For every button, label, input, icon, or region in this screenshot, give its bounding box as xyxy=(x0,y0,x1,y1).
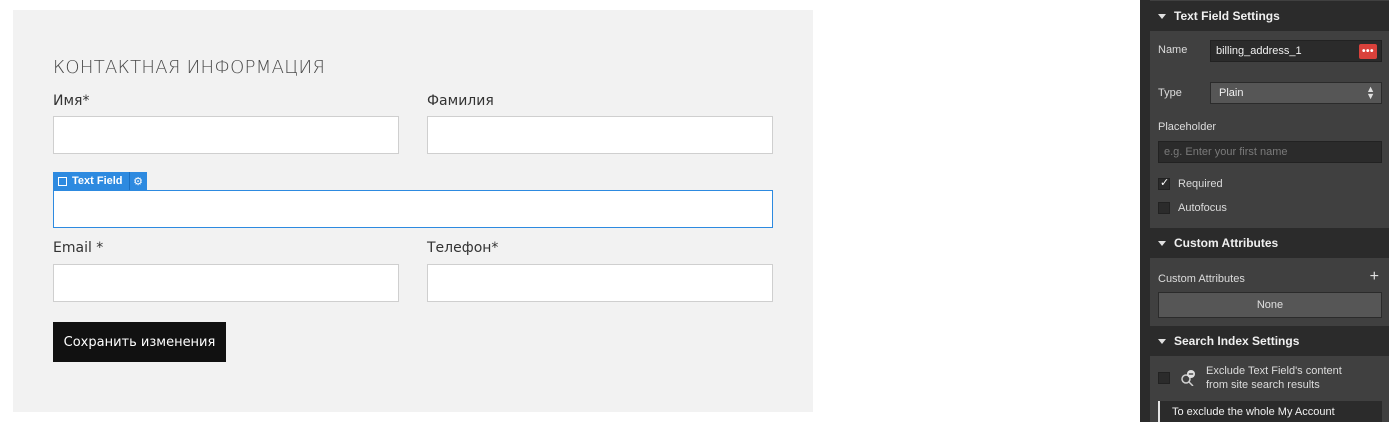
autofocus-label: Autofocus xyxy=(1178,202,1227,214)
exclude-label: Exclude Text Field's content from site s… xyxy=(1206,364,1342,392)
name-label: Name xyxy=(1158,44,1188,56)
required-checkbox[interactable]: ✓ xyxy=(1158,177,1170,190)
name-value: billing_address_1 xyxy=(1216,45,1302,57)
designer-canvas: КОНТАКТНАЯ ИНФОРМАЦИЯ Имя* Фамилия Text … xyxy=(0,0,1140,422)
required-label: Required xyxy=(1178,178,1223,190)
plus-icon[interactable]: + xyxy=(1370,268,1379,286)
settings-panel: Text Field Settings Name billing_address… xyxy=(1140,0,1389,422)
first-name-label: Имя* xyxy=(53,93,90,109)
custom-attributes-empty: None xyxy=(1158,292,1382,318)
exclude-checkbox[interactable] xyxy=(1158,372,1170,384)
custom-attributes-label: Custom Attributes xyxy=(1158,273,1245,285)
type-value: Plain xyxy=(1219,87,1244,99)
selected-element-tag-label[interactable]: Text Field xyxy=(53,172,129,190)
custom-attributes-header[interactable]: Custom Attributes xyxy=(1150,228,1389,258)
last-name-input[interactable] xyxy=(427,116,773,154)
name-input[interactable]: billing_address_1 ••• xyxy=(1210,40,1382,62)
email-label: Email * xyxy=(53,240,104,256)
exclude-label-line1: Exclude Text Field's content xyxy=(1206,365,1342,377)
section-title: Text Field Settings xyxy=(1174,9,1280,23)
check-icon: ✓ xyxy=(1160,177,1170,189)
panel-edge xyxy=(1140,0,1150,422)
autofocus-checkbox[interactable] xyxy=(1158,202,1170,214)
type-label: Type xyxy=(1158,87,1182,99)
exclude-label-line2: from site search results xyxy=(1206,379,1320,391)
more-dots-icon[interactable]: ••• xyxy=(1359,44,1377,59)
text-field-settings-header[interactable]: Text Field Settings xyxy=(1150,1,1389,31)
last-name-label: Фамилия xyxy=(427,93,494,109)
caret-down-icon xyxy=(1158,13,1166,19)
caret-down-icon xyxy=(1158,338,1166,344)
type-select[interactable]: Plain ▲ ▼ xyxy=(1210,82,1382,104)
form-title: КОНТАКТНАЯ ИНФОРМАЦИЯ xyxy=(53,57,326,78)
save-changes-button[interactable]: Сохранить изменения xyxy=(53,322,226,362)
section-title: Search Index Settings xyxy=(1174,334,1300,348)
phone-label: Телефон* xyxy=(427,240,499,256)
contact-form-card: КОНТАКТНАЯ ИНФОРМАЦИЯ Имя* Фамилия Text … xyxy=(13,10,813,412)
first-name-input[interactable] xyxy=(53,116,399,154)
text-field-element-icon xyxy=(58,176,67,186)
section-title: Custom Attributes xyxy=(1174,236,1279,250)
email-input[interactable] xyxy=(53,264,399,302)
placeholder-hint: e.g. Enter your first name xyxy=(1164,146,1288,158)
caret-down-icon xyxy=(1158,240,1166,246)
selected-element-tag[interactable]: Text Field ⚙ xyxy=(53,172,147,190)
gear-icon[interactable]: ⚙ xyxy=(128,172,147,190)
select-arrows-icon: ▲ ▼ xyxy=(1366,84,1375,101)
placeholder-input[interactable]: e.g. Enter your first name xyxy=(1158,141,1382,163)
search-index-settings-header[interactable]: Search Index Settings xyxy=(1150,326,1389,356)
selection-tag-text: Text Field xyxy=(72,175,123,187)
phone-input[interactable] xyxy=(427,264,773,302)
search-exclude-icon xyxy=(1181,370,1195,386)
exclude-info-box: To exclude the whole My Account xyxy=(1158,401,1382,422)
address-input-selected[interactable] xyxy=(53,190,773,228)
placeholder-label: Placeholder xyxy=(1158,121,1217,133)
